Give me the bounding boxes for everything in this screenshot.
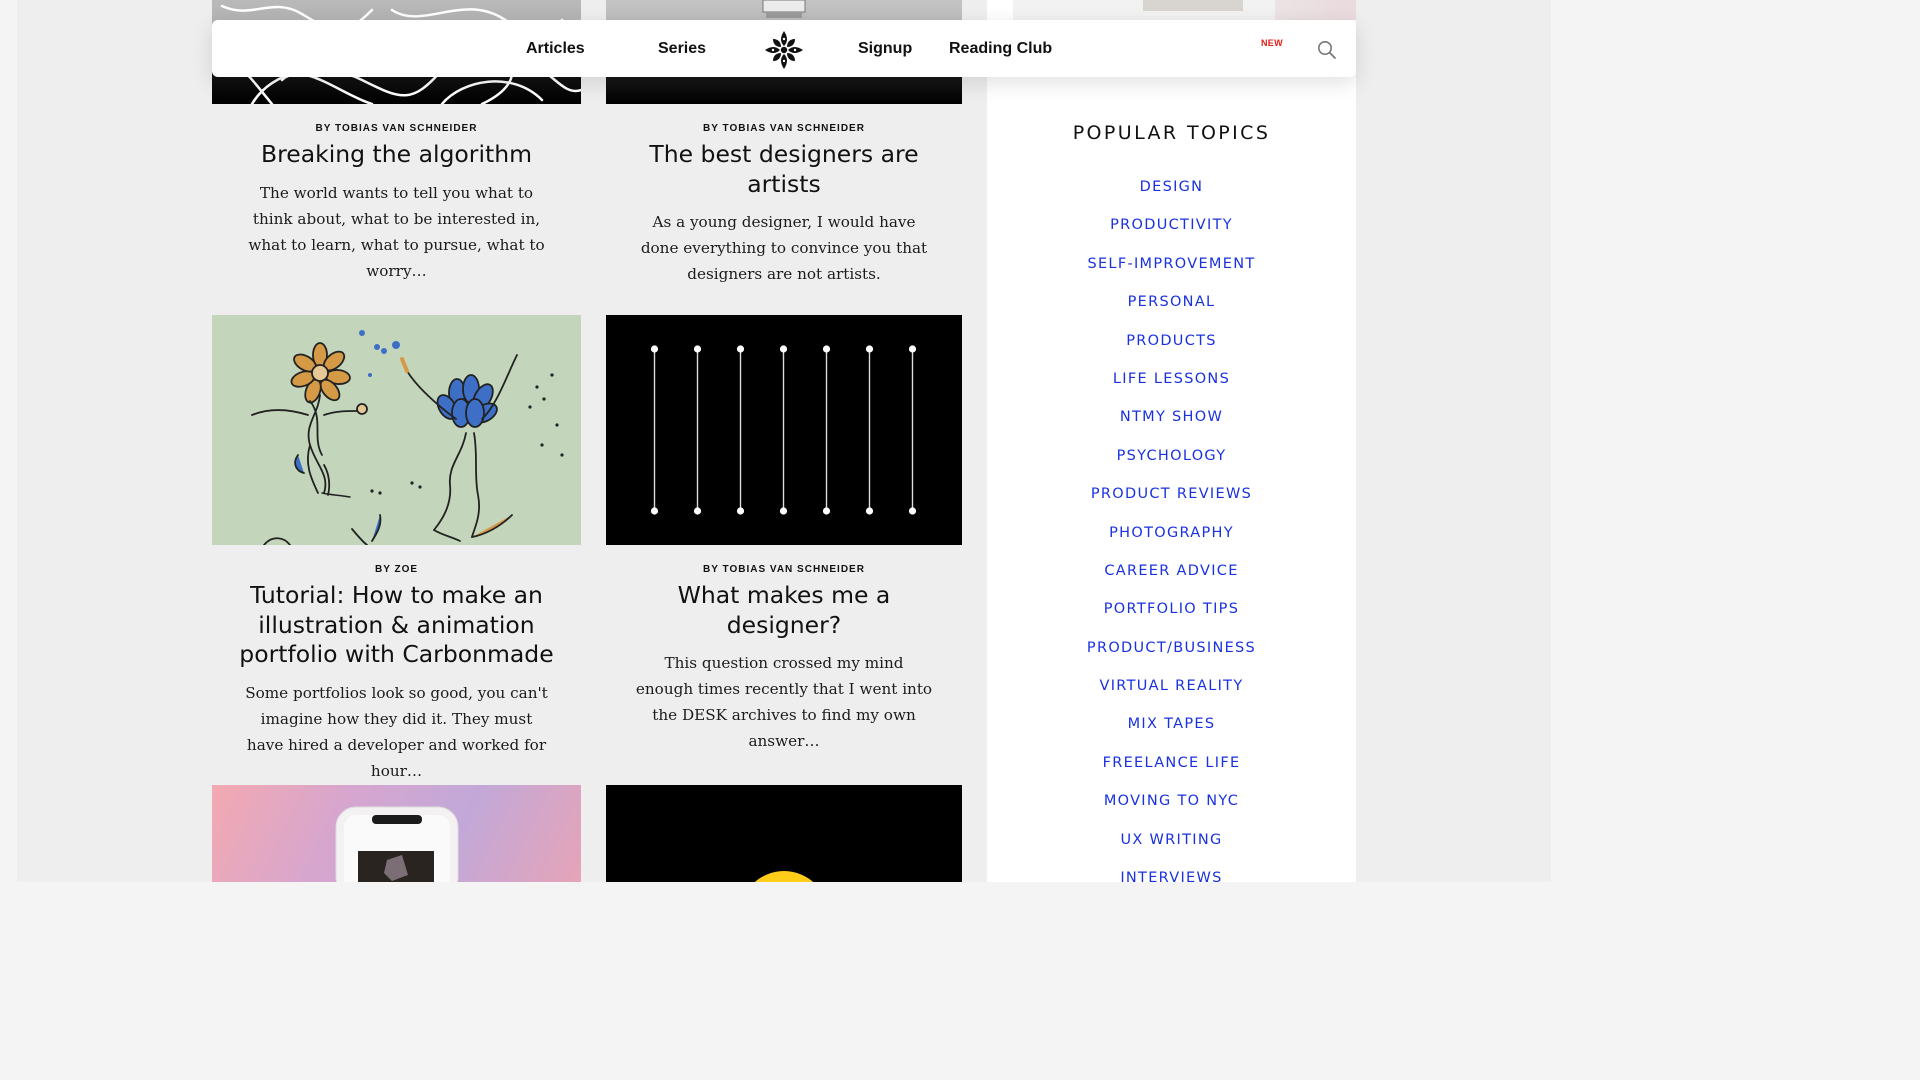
article-excerpt: This question crossed my mind enough tim… [635,654,933,750]
topic-link[interactable]: PHOTOGRAPHY [1109,525,1234,541]
topic-item: FREELANCE LIFE [987,752,1356,790]
article-title[interactable]: Breaking the algorithm [212,140,581,170]
topic-link[interactable]: FREELANCE LIFE [1103,755,1241,771]
topic-item: LIFE LESSONS [987,368,1356,406]
slider-knob [908,507,917,515]
article-card-4: BY TOBIAS VAN SCHNEIDER What makes me a … [606,563,962,754]
article-title[interactable]: Tutorial: How to make an illustration & … [237,581,557,670]
slider-knob [865,507,874,515]
article-card-1: BY TOBIAS VAN SCHNEIDER Breaking the alg… [212,122,581,284]
topic-link[interactable]: INTERVIEWS [1120,870,1222,882]
article-byline[interactable]: BY ZOE [212,563,581,581]
slider-knob [693,345,702,353]
topic-link[interactable]: PORTFOLIO TIPS [1104,601,1239,617]
popular-topics-heading: POPULAR TOPICS [1072,122,1271,144]
topic-link[interactable]: PRODUCTIVITY [1110,217,1233,233]
topic-link[interactable]: UX WRITING [1120,832,1222,848]
topic-item: PRODUCT/BUSINESS [987,637,1356,675]
topic-item: PORTFOLIO TIPS [987,598,1356,636]
topic-link[interactable]: MOVING TO NYC [1104,793,1239,809]
article-byline[interactable]: BY TOBIAS VAN SCHNEIDER [212,122,581,140]
slider-knob [693,507,702,515]
topic-link[interactable]: DESIGN [1140,179,1204,195]
topic-item: UX WRITING [987,829,1356,867]
nav-articles[interactable]: Articles [526,39,585,59]
article-card-3: BY ZOE Tutorial: How to make an illustra… [212,563,581,784]
nav-reading-club[interactable]: Reading Club [949,39,1052,59]
search-icon[interactable] [1316,39,1338,61]
slider-knob [650,507,659,515]
topic-link[interactable]: NTMY SHOW [1120,409,1223,425]
topic-item: SELF-IMPROVEMENT [987,253,1356,291]
slider-knob [779,345,788,353]
nav-series[interactable]: Series [658,39,706,59]
article-excerpt: As a young designer, I would have done e… [640,213,928,283]
article-card-2: BY TOBIAS VAN SCHNEIDER The best designe… [606,122,962,287]
topic-link[interactable]: SELF-IMPROVEMENT [1087,256,1255,272]
topic-link[interactable]: PRODUCTS [1126,333,1217,349]
topic-link[interactable]: PSYCHOLOGY [1117,448,1227,464]
sidebar-image[interactable] [1013,0,1275,20]
topic-item: PRODUCTIVITY [987,214,1356,252]
article-image-sliders[interactable] [606,315,962,545]
topic-item: NTMY SHOW [987,406,1356,444]
topic-item: MIX TAPES [987,713,1356,751]
slider-knob [650,345,659,353]
article-title[interactable]: What makes me a designer? [654,581,914,640]
ornamental-fleuron-icon[interactable] [764,30,804,70]
sidebar: POPULAR TOPICS DESIGN PRODUCTIVITY SELF-IM… [987,0,1356,882]
topic-link[interactable]: PRODUCT/BUSINESS [1087,640,1256,656]
article-image-yellow-circle[interactable] [606,785,962,882]
topic-link[interactable]: MIX TAPES [1128,716,1216,732]
article-byline[interactable]: BY TOBIAS VAN SCHNEIDER [606,122,962,140]
topic-link[interactable]: PRODUCT REVIEWS [1091,486,1252,502]
topic-item: CAREER ADVICE [987,560,1356,598]
article-excerpt: Some portfolios look so good, you can't … [245,683,548,780]
topic-link[interactable]: PERSONAL [1128,294,1216,310]
slider-knob [822,507,831,515]
topic-item: PHOTOGRAPHY [987,522,1356,560]
article-excerpt: The world wants to tell you what to thin… [248,183,545,280]
topic-item: PRODUCT REVIEWS [987,483,1356,521]
topic-item: INTERVIEWS [987,867,1356,882]
topic-link[interactable]: LIFE LESSONS [1113,371,1230,387]
topic-link[interactable]: CAREER ADVICE [1104,563,1238,579]
topic-item: PRODUCTS [987,330,1356,368]
slider-knob [779,507,788,515]
nav-signup[interactable]: Signup [858,39,912,59]
sidebar-image[interactable] [1275,0,1356,20]
article-byline[interactable]: BY TOBIAS VAN SCHNEIDER [606,563,962,581]
topic-item: PERSONAL [987,291,1356,329]
new-badge: NEW [1261,38,1283,48]
slider-knob [865,345,874,353]
topic-item: DESIGN [987,176,1356,214]
article-image-illustration[interactable] [212,315,581,545]
article-image-phone[interactable] [212,785,581,882]
slider-knob [822,345,831,353]
slider-knob [736,507,745,515]
topic-item: PSYCHOLOGY [987,445,1356,483]
topics-list: DESIGN PRODUCTIVITY SELF-IMPROVEMENT PERSON… [987,176,1356,882]
topic-item: VIRTUAL REALITY [987,675,1356,713]
article-title[interactable]: The best designers are artists [639,140,929,199]
topic-link[interactable]: VIRTUAL REALITY [1099,678,1243,694]
topic-item: MOVING TO NYC [987,790,1356,828]
slider-knob [908,345,917,353]
slider-knob [736,345,745,353]
